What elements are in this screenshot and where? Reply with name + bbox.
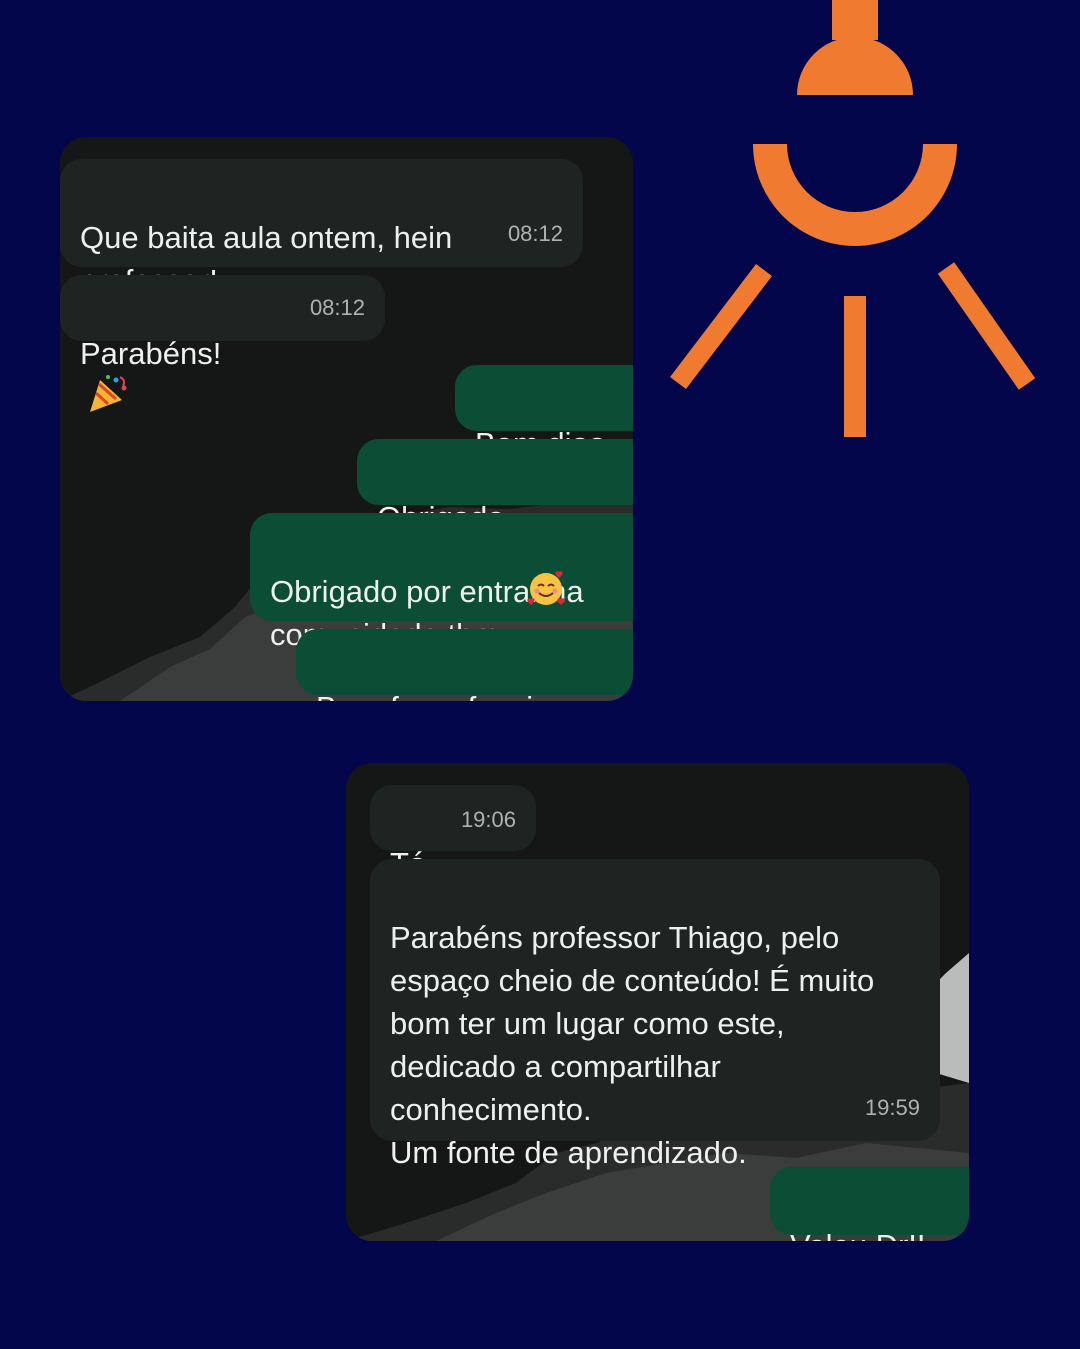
message-text: Parabéns!: [80, 336, 222, 371]
chat-screenshot-1: Que baita aula ontem, hein professor! 08…: [60, 137, 633, 701]
message-outgoing: Valeu Dr!!: [770, 1167, 969, 1241]
message-incoming: Parabéns professor Thiago, pelo espaço c…: [370, 859, 940, 1170]
message-incoming: Tá 19:06: [370, 785, 536, 881]
message-incoming: Que baita aula ontem, hein professor! 08…: [60, 159, 583, 298]
smiling-hearts-emoji: [527, 571, 565, 605]
message-outgoing: Bom diaa: [455, 365, 633, 461]
message-text: Valeu Dr!!: [790, 1228, 926, 1241]
message-text: Parabéns professor Thiago, pelo espaço c…: [390, 920, 875, 1170]
message-outgoing: Bora fazer funcionar: [296, 629, 633, 701]
chat-screenshot-2: Tá 19:06 Parabéns professor Thiago, pelo…: [346, 763, 969, 1241]
message-text: Bora fazer funcionar: [316, 690, 595, 701]
message-time: 08:12: [507, 221, 563, 246]
message-time: 08:12: [309, 295, 365, 320]
message-time: 19:06: [460, 807, 516, 832]
message-time: 19:59: [864, 1095, 920, 1120]
message-outgoing: Obrigado: [357, 439, 633, 620]
party-popper-emoji: [90, 374, 127, 412]
lightbulb-icon: [670, 0, 1036, 437]
message-outgoing: Obrigado por entrar na comunidade tbm: [250, 513, 633, 652]
message-incoming: Parabéns! 08:12: [60, 275, 385, 412]
